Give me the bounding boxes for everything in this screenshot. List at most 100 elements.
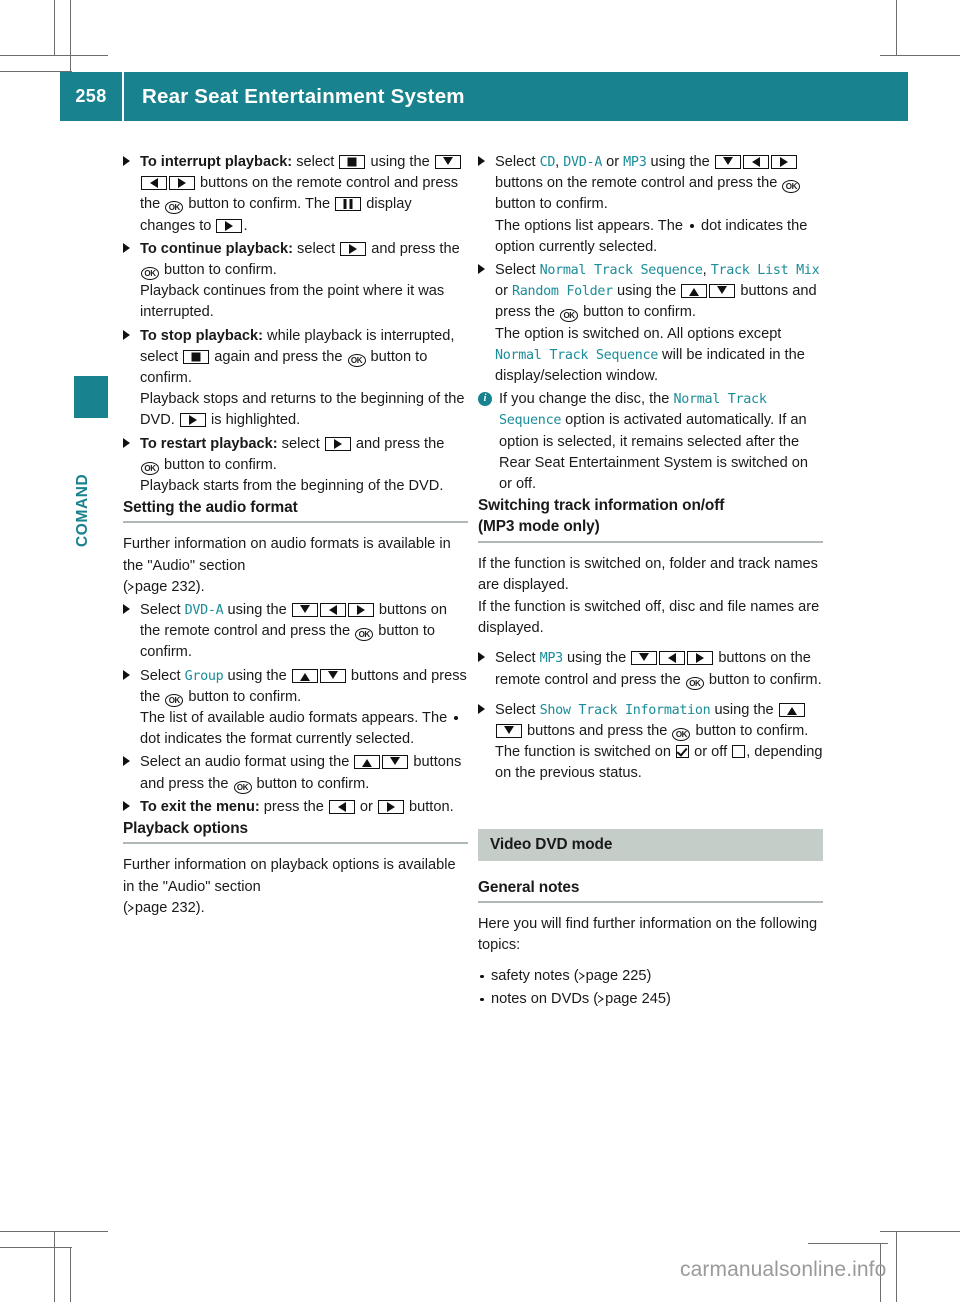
step-detail-text: Playback continues from the point where … [140,283,445,321]
step-detail-text: The function is switched on or off , dep… [495,742,823,784]
step-lead-label: To stop playback: [140,327,263,344]
step-continue-playback: To continue playback: select and press t… [123,239,468,324]
play-key-icon [179,413,206,428]
step-text: buttons and press the [523,723,672,740]
step-arrow-icon [123,604,130,615]
step-text: using the [366,154,434,170]
step-detail-part: The options list appears. The [495,217,687,234]
chapter-tab-marker [74,376,108,418]
step-select-track-sequence: Select Normal Track Sequence, Track List… [478,260,823,387]
step-text: Select an audio format using the [140,754,354,771]
crop-mark-top-left-vertical [54,0,55,56]
crop-mark-bottom-left-horizontal [0,1231,108,1232]
crop-mark-bottom-left-vertical [54,1232,55,1302]
ui-option-mp3: MP3 [539,651,564,667]
down-key-icon [382,755,409,770]
step-text: button to confirm. [160,456,277,473]
note-disc-change: i If you change the disc, the Normal Tra… [478,389,823,495]
chapter-tab-label: COMAND [74,473,91,547]
step-text: select [292,154,339,170]
step-detail-part: or off [690,744,732,761]
page-reference-label: page 232). [134,899,205,916]
ok-button-icon: OK [165,693,184,707]
step-lead-label: To exit the menu: [140,798,260,815]
ok-button-icon: OK [233,780,252,794]
left-key-icon [659,651,686,666]
right-key-icon [377,799,404,814]
page-reference-label: page 232). [134,578,205,595]
playback-options-intro-text: Further information on playback options … [123,857,456,895]
step-text: using the [223,602,291,619]
ui-option-normal-track-sequence: Normal Track Sequence [539,263,703,279]
down-key-icon [291,603,318,618]
step-text: , [702,262,711,279]
step-text: and press the [351,435,445,452]
step-detail-part: The function is switched on [495,744,676,761]
step-text: using the [612,283,681,300]
right-key-icon [687,651,714,666]
ui-option-random-folder: Random Folder [512,284,613,300]
list-item: notes on DVDs (page 245) [478,989,823,1010]
track-info-paragraph-2: If the function is switched off, disc an… [478,599,820,637]
step-detail-text: Playback stops and returns to the beginn… [140,389,468,431]
page-reference-label: page 225) [585,967,652,984]
page-ref-arrow-icon [127,903,134,913]
left-key-icon [141,176,167,191]
down-key-icon [434,155,461,169]
right-key-icon [347,603,374,618]
step-select-mp3: Select MP3 using the buttons on the remo… [478,648,823,690]
down-key-icon [496,724,522,739]
ui-option-track-list-mix: Track List Mix [710,263,820,279]
step-text: button to confirm. [691,723,809,740]
watermark: carmanualsonline.info [680,1258,887,1281]
general-notes-intro: Here you will find further information o… [478,916,818,954]
checkbox-checked-icon [676,745,690,759]
chapter-band-video-dvd-mode: Video DVD mode [478,828,823,861]
step-arrow-icon [478,156,485,166]
list-item: safety notes ( page 225) [478,966,823,987]
play-key-icon [324,436,351,451]
info-icon: i [478,392,492,407]
step-text: Select [495,154,540,170]
page-number: 258 [75,86,107,106]
step-text: button to confirm. [160,262,277,279]
ok-button-icon: OK [782,180,801,194]
step-text: or [355,798,377,815]
page-reference: (page 232). [123,578,205,595]
ui-option-group: Group [184,668,224,684]
step-arrow-icon [123,756,130,767]
step-arrow-icon [478,703,485,714]
step-text: . [243,217,248,234]
ok-button-icon: OK [141,461,159,475]
list-item-label: safety notes ( [491,967,579,984]
ok-button-icon: OK [141,267,159,281]
page-reference: (page 232). [123,899,205,916]
step-show-track-information: Select Show Track Information using the … [478,700,823,785]
page-ref-arrow-icon [578,971,585,981]
step-stop-playback: To stop playback: while playback is inte… [123,326,468,432]
step-lead-label: To interrupt playback: [140,154,293,170]
crop-mark-bottom-left-inner-vertical [70,1248,71,1302]
ui-option-cd: CD [539,155,556,170]
ok-button-icon: OK [165,201,184,215]
step-detail-text: The options list appears. The dot indica… [495,216,823,258]
step-select-group: Select Group using the buttons and press… [123,666,468,751]
left-key-icon [319,603,346,618]
step-text: button to confirm. [704,671,822,688]
right-column: Select CD, DVD-A or MP3 using the button… [478,150,823,1010]
ui-option-show-track-information: Show Track Information [539,702,711,718]
ok-button-icon: OK [347,353,366,367]
heading-playback-options: Playback options [123,818,468,845]
ui-option-mp3: MP3 [623,155,647,170]
step-detail-part: is highlighted. [206,412,301,429]
heading-setting-audio-format: Setting the audio format [123,497,468,524]
step-text: buttons on the remote control and press … [495,175,782,192]
step-exit-menu: To exit the menu: press the or button. [123,797,468,818]
selection-dot-icon [690,223,694,228]
note-text: If you change the disc, the [499,391,674,408]
crop-mark-top-left-inner-vertical [70,0,71,72]
step-arrow-icon [123,669,130,680]
step-text: again and press the [210,348,347,365]
playback-options-intro: Further information on playback options … [123,855,468,919]
step-detail-text: The list of available audio formats appe… [140,708,468,750]
